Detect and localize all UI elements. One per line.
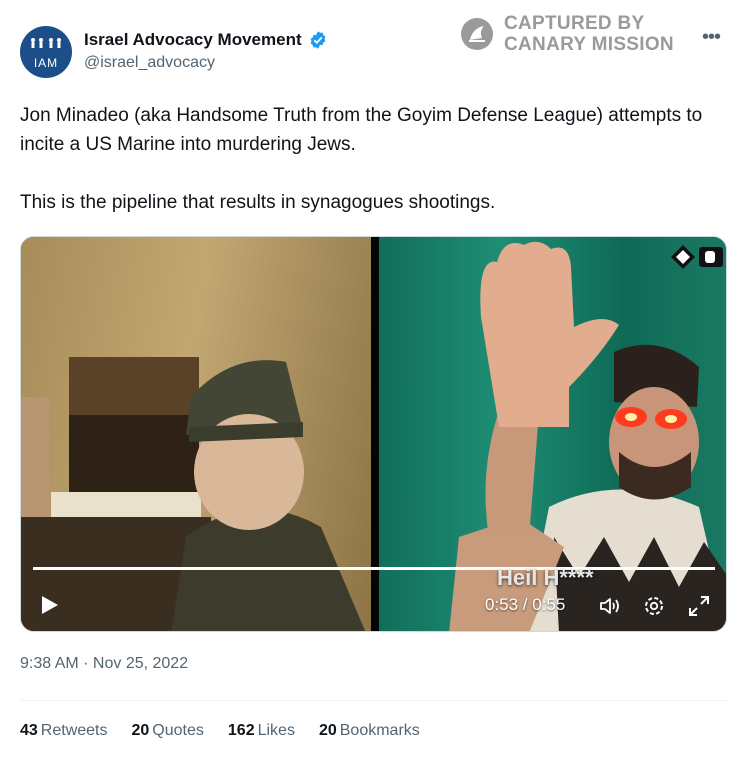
tweet-paragraph-2: This is the pipeline that results in syn…	[20, 192, 496, 213]
volume-icon[interactable]	[597, 593, 623, 619]
verified-badge-icon	[310, 31, 325, 49]
stat-count: 20	[318, 722, 337, 739]
video-left-pane	[21, 237, 371, 631]
video-divider	[371, 237, 379, 631]
watermark-line2: CANARY MISSION	[504, 34, 674, 55]
video-progress-bar[interactable]	[33, 567, 715, 570]
tweet-text: Jon Minadeo (aka Handsome Truth from the…	[20, 101, 720, 217]
stat-retweets[interactable]: 43 Retweets	[20, 722, 108, 740]
tweet-stats: 43 Retweets 20 Quotes 162 Likes 20 Bookmarks	[20, 722, 420, 740]
tweet-paragraph-1: Jon Minadeo (aka Handsome Truth from the…	[20, 105, 703, 155]
watermark-line1: CAPTURED BY	[504, 13, 645, 34]
video-player[interactable]: Heil H**** 0:53 / 0:55	[20, 236, 727, 632]
video-time: 0:53 / 0:55	[485, 595, 566, 614]
display-name[interactable]: Israel Advocacy Movement	[84, 30, 302, 50]
account-handle[interactable]: @israel_advocacy	[84, 54, 215, 72]
stat-label: Likes	[257, 722, 295, 739]
more-icon[interactable]: •••	[702, 26, 721, 49]
video-caption: Heil H****	[497, 565, 594, 590]
play-icon[interactable]	[37, 593, 61, 617]
account-name-row: Israel Advocacy Movement	[84, 28, 328, 52]
avatar-text: IAM	[33, 56, 59, 70]
stat-label: Retweets	[40, 722, 108, 739]
avatar-figures-icon	[31, 38, 61, 48]
stat-count: 162	[227, 722, 255, 739]
stat-likes[interactable]: 162 Likes	[228, 722, 295, 740]
fullscreen-icon[interactable]	[686, 593, 712, 619]
avatar[interactable]: IAM	[20, 26, 72, 78]
marine-scene-image	[21, 357, 366, 631]
gd-logo	[671, 245, 723, 269]
stat-quotes[interactable]: 20 Quotes	[132, 722, 204, 740]
settings-gear-icon[interactable]	[641, 593, 667, 619]
canary-mission-logo	[461, 18, 493, 50]
divider	[20, 700, 727, 701]
stat-count: 20	[131, 722, 150, 739]
watermark-text: CAPTURED BY CANARY MISSION	[504, 13, 674, 55]
canary-mission-watermark: CAPTURED BY CANARY MISSION	[460, 12, 674, 56]
stat-bookmarks[interactable]: 20 Bookmarks	[319, 722, 420, 740]
stat-count: 43	[20, 722, 38, 739]
stat-label: Bookmarks	[339, 722, 420, 739]
stat-label: Quotes	[152, 722, 204, 739]
tweet-timestamp[interactable]: 9:38 AM · Nov 25, 2022	[20, 655, 188, 673]
